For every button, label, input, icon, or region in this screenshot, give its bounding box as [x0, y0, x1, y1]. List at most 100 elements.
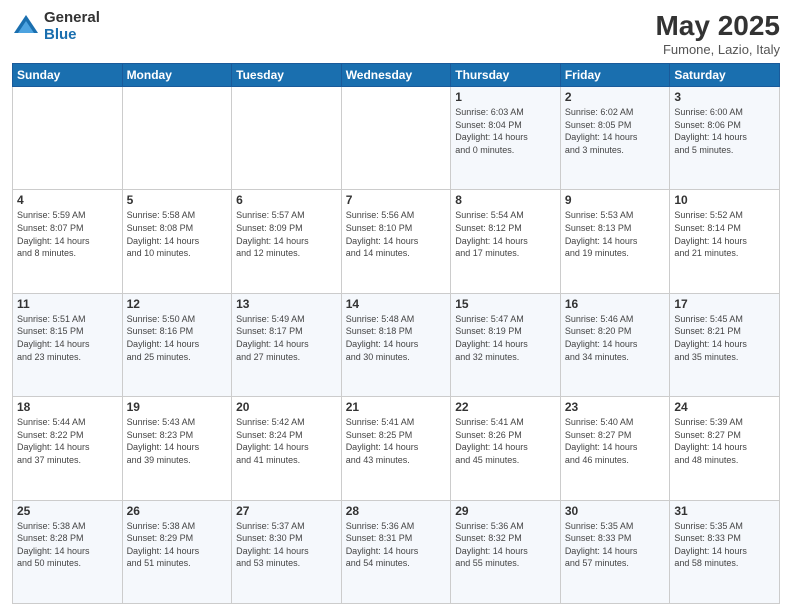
calendar-day-cell: 18 Sunrise: 5:44 AM Sunset: 8:22 PM Dayli…: [13, 397, 123, 500]
calendar-day-cell: 23 Sunrise: 5:40 AM Sunset: 8:27 PM Dayli…: [560, 397, 670, 500]
day-of-week-header: Wednesday: [341, 64, 451, 87]
day-number: 19: [127, 400, 228, 414]
day-number: 27: [236, 504, 337, 518]
day-info: Sunrise: 5:44 AM Sunset: 8:22 PM Dayligh…: [17, 416, 118, 466]
day-info: Sunrise: 5:57 AM Sunset: 8:09 PM Dayligh…: [236, 209, 337, 259]
day-number: 17: [674, 297, 775, 311]
day-info: Sunrise: 5:45 AM Sunset: 8:21 PM Dayligh…: [674, 313, 775, 363]
day-number: 20: [236, 400, 337, 414]
calendar-day-cell: 11 Sunrise: 5:51 AM Sunset: 8:15 PM Dayli…: [13, 293, 123, 396]
calendar-day-cell: 30Sunrise: 5:35 AM Sunset: 8:33 PM Dayli…: [560, 500, 670, 603]
calendar-week-row: 11 Sunrise: 5:51 AM Sunset: 8:15 PM Dayli…: [13, 293, 780, 396]
day-info: Sunrise: 5:38 AM Sunset: 8:28 PM Dayligh…: [17, 520, 118, 570]
logo-blue: Blue: [44, 27, 100, 44]
day-info: Sunrise: 5:38 AM Sunset: 8:29 PM Dayligh…: [127, 520, 228, 570]
calendar-day-cell: 31 Sunrise: 5:35 AM Sunset: 8:33 PM Dayli…: [670, 500, 780, 603]
day-info: Sunrise: 5:54 AM Sunset: 8:12 PM Dayligh…: [455, 209, 556, 259]
logo-icon: [12, 13, 40, 41]
day-number: 13: [236, 297, 337, 311]
day-number: 28: [346, 504, 447, 518]
day-info: Sunrise: 5:58 AM Sunset: 8:08 PM Dayligh…: [127, 209, 228, 259]
day-number: 11: [17, 297, 118, 311]
calendar-day-cell: 7 Sunrise: 5:56 AM Sunset: 8:10 PM Daylig…: [341, 190, 451, 293]
day-info: Sunrise: 5:49 AM Sunset: 8:17 PM Dayligh…: [236, 313, 337, 363]
day-number: 16: [565, 297, 666, 311]
calendar-day-cell: 25Sunrise: 5:38 AM Sunset: 8:28 PM Dayli…: [13, 500, 123, 603]
day-number: 8: [455, 193, 556, 207]
calendar-day-cell: 27 Sunrise: 5:37 AM Sunset: 8:30 PM Dayli…: [232, 500, 342, 603]
calendar-day-cell: [13, 87, 123, 190]
day-number: 18: [17, 400, 118, 414]
day-of-week-header: Friday: [560, 64, 670, 87]
day-number: 22: [455, 400, 556, 414]
day-info: Sunrise: 5:46 AM Sunset: 8:20 PM Dayligh…: [565, 313, 666, 363]
title-block: May 2025 Fumone, Lazio, Italy: [655, 10, 780, 57]
day-info: Sunrise: 5:43 AM Sunset: 8:23 PM Dayligh…: [127, 416, 228, 466]
calendar-day-cell: [341, 87, 451, 190]
day-info: Sunrise: 5:47 AM Sunset: 8:19 PM Dayligh…: [455, 313, 556, 363]
day-number: 3: [674, 90, 775, 104]
day-number: 7: [346, 193, 447, 207]
day-info: Sunrise: 5:51 AM Sunset: 8:15 PM Dayligh…: [17, 313, 118, 363]
calendar-week-row: 4Sunrise: 5:59 AM Sunset: 8:07 PM Daylig…: [13, 190, 780, 293]
day-number: 10: [674, 193, 775, 207]
day-number: 23: [565, 400, 666, 414]
day-info: Sunrise: 5:35 AM Sunset: 8:33 PM Dayligh…: [565, 520, 666, 570]
day-info: Sunrise: 5:41 AM Sunset: 8:25 PM Dayligh…: [346, 416, 447, 466]
calendar-day-cell: 15Sunrise: 5:47 AM Sunset: 8:19 PM Dayli…: [451, 293, 561, 396]
calendar-day-cell: 26 Sunrise: 5:38 AM Sunset: 8:29 PM Dayli…: [122, 500, 232, 603]
calendar-day-cell: 5 Sunrise: 5:58 AM Sunset: 8:08 PM Daylig…: [122, 190, 232, 293]
calendar-day-cell: 12Sunrise: 5:50 AM Sunset: 8:16 PM Dayli…: [122, 293, 232, 396]
day-info: Sunrise: 5:50 AM Sunset: 8:16 PM Dayligh…: [127, 313, 228, 363]
calendar-day-cell: [232, 87, 342, 190]
day-of-week-header: Tuesday: [232, 64, 342, 87]
day-number: 2: [565, 90, 666, 104]
day-info: Sunrise: 5:48 AM Sunset: 8:18 PM Dayligh…: [346, 313, 447, 363]
calendar-day-cell: 9 Sunrise: 5:53 AM Sunset: 8:13 PM Daylig…: [560, 190, 670, 293]
calendar-day-cell: 3Sunrise: 6:00 AM Sunset: 8:06 PM Daylig…: [670, 87, 780, 190]
day-of-week-header: Monday: [122, 64, 232, 87]
day-info: Sunrise: 5:35 AM Sunset: 8:33 PM Dayligh…: [674, 520, 775, 570]
calendar-day-cell: 8 Sunrise: 5:54 AM Sunset: 8:12 PM Daylig…: [451, 190, 561, 293]
day-info: Sunrise: 6:02 AM Sunset: 8:05 PM Dayligh…: [565, 106, 666, 156]
header: General Blue May 2025 Fumone, Lazio, Ita…: [12, 10, 780, 57]
day-of-week-header: Thursday: [451, 64, 561, 87]
calendar-day-cell: 24 Sunrise: 5:39 AM Sunset: 8:27 PM Dayli…: [670, 397, 780, 500]
calendar-day-cell: [122, 87, 232, 190]
day-number: 9: [565, 193, 666, 207]
calendar-day-cell: 4Sunrise: 5:59 AM Sunset: 8:07 PM Daylig…: [13, 190, 123, 293]
calendar-week-row: 18 Sunrise: 5:44 AM Sunset: 8:22 PM Dayli…: [13, 397, 780, 500]
day-info: Sunrise: 5:52 AM Sunset: 8:14 PM Dayligh…: [674, 209, 775, 259]
month-title: May 2025: [655, 10, 780, 42]
calendar-day-cell: 1Sunrise: 6:03 AM Sunset: 8:04 PM Daylig…: [451, 87, 561, 190]
calendar-day-cell: 29 Sunrise: 5:36 AM Sunset: 8:32 PM Dayli…: [451, 500, 561, 603]
logo-general: General: [44, 10, 100, 27]
logo-text: General Blue: [44, 10, 100, 43]
calendar-week-row: 1Sunrise: 6:03 AM Sunset: 8:04 PM Daylig…: [13, 87, 780, 190]
day-number: 31: [674, 504, 775, 518]
day-info: Sunrise: 5:59 AM Sunset: 8:07 PM Dayligh…: [17, 209, 118, 259]
day-info: Sunrise: 5:37 AM Sunset: 8:30 PM Dayligh…: [236, 520, 337, 570]
day-number: 26: [127, 504, 228, 518]
calendar-header-row: SundayMondayTuesdayWednesdayThursdayFrid…: [13, 64, 780, 87]
day-info: Sunrise: 5:36 AM Sunset: 8:32 PM Dayligh…: [455, 520, 556, 570]
calendar-day-cell: 2 Sunrise: 6:02 AM Sunset: 8:05 PM Daylig…: [560, 87, 670, 190]
calendar-day-cell: 16 Sunrise: 5:46 AM Sunset: 8:20 PM Dayli…: [560, 293, 670, 396]
day-info: Sunrise: 5:53 AM Sunset: 8:13 PM Dayligh…: [565, 209, 666, 259]
calendar-day-cell: 21Sunrise: 5:41 AM Sunset: 8:25 PM Dayli…: [341, 397, 451, 500]
calendar-day-cell: 10 Sunrise: 5:52 AM Sunset: 8:14 PM Dayli…: [670, 190, 780, 293]
day-number: 1: [455, 90, 556, 104]
day-info: Sunrise: 5:41 AM Sunset: 8:26 PM Dayligh…: [455, 416, 556, 466]
day-info: Sunrise: 5:39 AM Sunset: 8:27 PM Dayligh…: [674, 416, 775, 466]
day-number: 6: [236, 193, 337, 207]
calendar-day-cell: 22 Sunrise: 5:41 AM Sunset: 8:26 PM Dayli…: [451, 397, 561, 500]
day-number: 29: [455, 504, 556, 518]
calendar-day-cell: 13 Sunrise: 5:49 AM Sunset: 8:17 PM Dayli…: [232, 293, 342, 396]
day-number: 24: [674, 400, 775, 414]
day-of-week-header: Sunday: [13, 64, 123, 87]
day-number: 5: [127, 193, 228, 207]
day-info: Sunrise: 5:56 AM Sunset: 8:10 PM Dayligh…: [346, 209, 447, 259]
logo: General Blue: [12, 10, 100, 43]
page-container: General Blue May 2025 Fumone, Lazio, Ita…: [0, 0, 792, 612]
day-info: Sunrise: 5:40 AM Sunset: 8:27 PM Dayligh…: [565, 416, 666, 466]
